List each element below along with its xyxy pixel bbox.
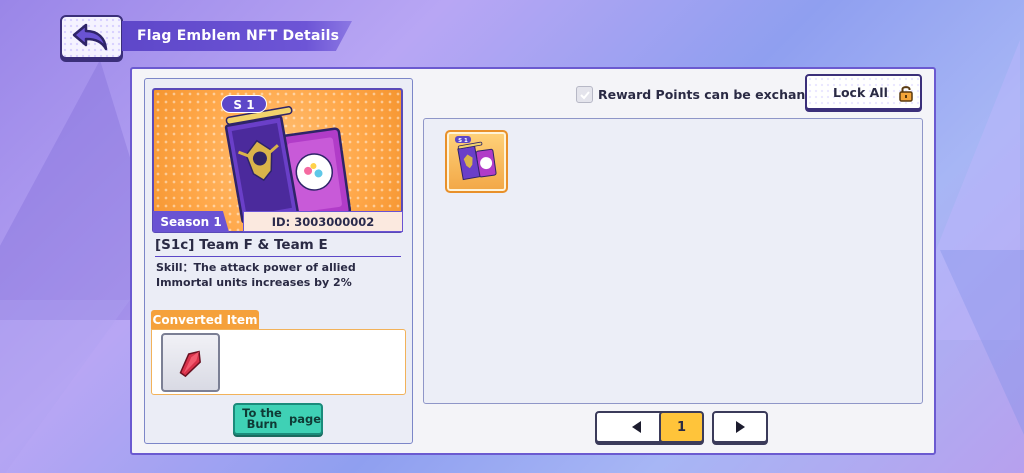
- background-facet: [940, 250, 1024, 470]
- reward-points-label: Reward Points can be exchanged: [598, 87, 832, 102]
- flag-emblem-artwork: [224, 106, 352, 229]
- page-title: Flag Emblem NFT Details: [137, 28, 340, 44]
- red-crystal-icon: [179, 350, 201, 377]
- next-page-button[interactable]: [712, 411, 768, 443]
- inventory-item-flag-emblem[interactable]: S 1: [445, 130, 508, 193]
- triangle-right-icon: [736, 421, 745, 433]
- background-facet: [0, 300, 130, 473]
- back-button[interactable]: [60, 15, 123, 59]
- season-badge: S 1: [221, 95, 267, 113]
- page-title-bar: Flag Emblem NFT Details: [122, 21, 352, 51]
- reward-points-checkbox[interactable]: [576, 86, 593, 103]
- padlock-icon: [899, 86, 913, 102]
- back-arrow-icon: [72, 23, 107, 51]
- card-name: [S1c] Team F & Team E: [155, 237, 401, 257]
- converted-item-title: Converted Item: [151, 310, 259, 329]
- burn-page-button[interactable]: To the Burn page: [233, 403, 323, 435]
- current-page-indicator[interactable]: 1: [659, 411, 704, 443]
- lock-all-button[interactable]: Lock All: [805, 74, 922, 110]
- item-badge: S 1: [458, 138, 468, 144]
- nft-id-label: ID: 3003000002: [243, 211, 403, 232]
- converted-item-slot[interactable]: [161, 333, 220, 392]
- flag-emblem-thumbnail-icon: S 1: [455, 136, 497, 181]
- triangle-left-icon: [631, 421, 641, 433]
- season-label: Season 1: [153, 211, 229, 232]
- checkmark-icon: [579, 90, 590, 99]
- lock-all-label: Lock All: [833, 85, 888, 100]
- skill-description: Skill：The attack power of allied Immorta…: [156, 261, 356, 289]
